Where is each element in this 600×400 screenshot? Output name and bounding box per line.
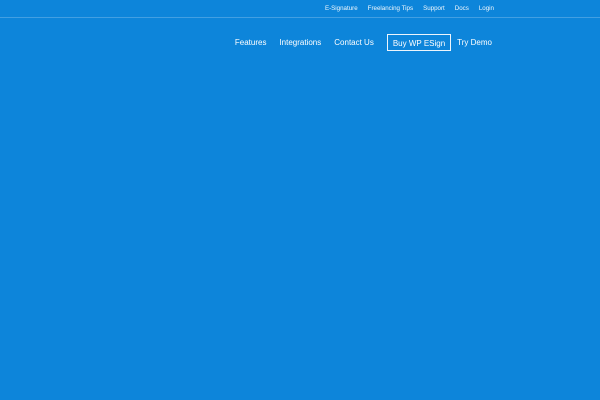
utility-link-freelancing-tips[interactable]: Freelancing Tips: [368, 4, 413, 13]
page-background: E-Signature Freelancing Tips Support Doc…: [0, 0, 600, 400]
nav-link-contact-us[interactable]: Contact Us: [334, 38, 374, 48]
utility-link-e-signature[interactable]: E-Signature: [325, 4, 358, 13]
utility-link-docs[interactable]: Docs: [455, 4, 469, 13]
nav-link-features[interactable]: Features: [235, 38, 267, 48]
try-demo-link[interactable]: Try Demo: [457, 38, 492, 48]
utility-links: E-Signature Freelancing Tips Support Doc…: [325, 4, 494, 13]
top-utility-bar: E-Signature Freelancing Tips Support Doc…: [0, 0, 600, 18]
main-nav-links: Features Integrations Contact Us Buy WP …: [235, 34, 492, 51]
buy-wp-esign-button[interactable]: Buy WP ESign: [386, 34, 452, 51]
utility-link-support[interactable]: Support: [423, 4, 445, 13]
main-navigation: Features Integrations Contact Us Buy WP …: [0, 17, 600, 65]
nav-link-integrations[interactable]: Integrations: [279, 38, 321, 48]
utility-link-login[interactable]: Login: [479, 4, 494, 13]
